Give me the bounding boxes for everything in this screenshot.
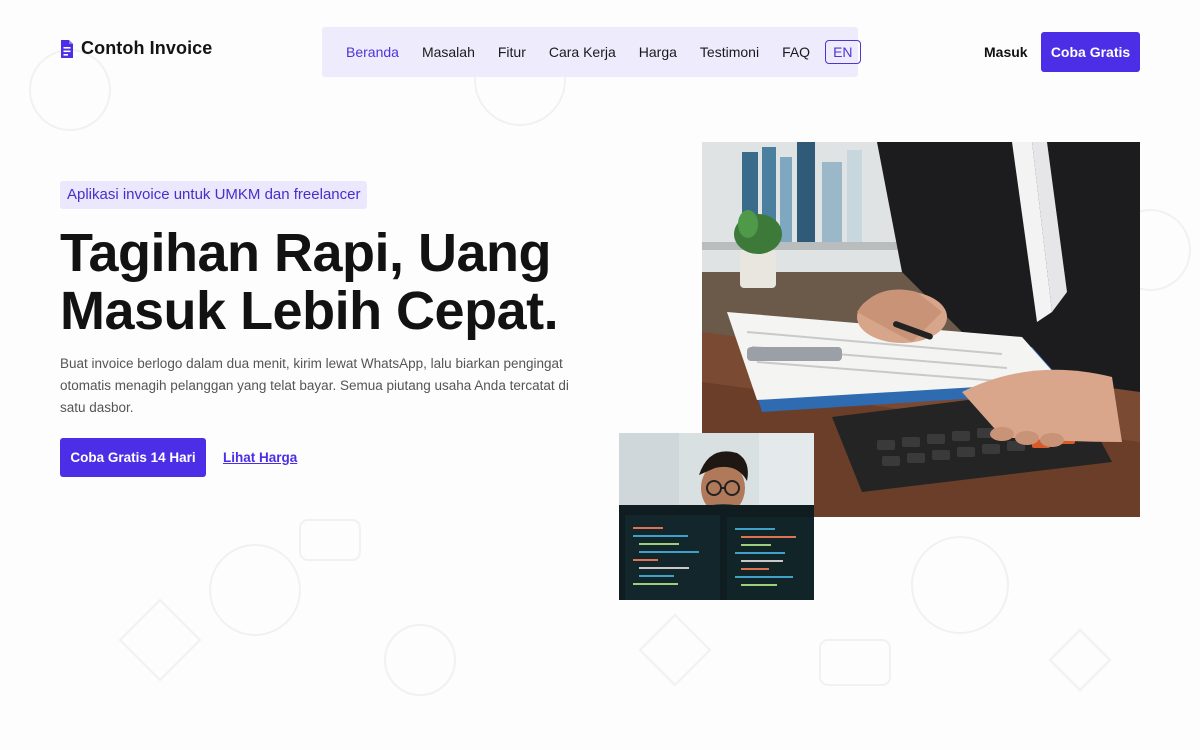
hero-description: Buat invoice berlogo dalam dua menit, ki… — [60, 356, 569, 415]
main-nav: Beranda Masalah Fitur Cara Kerja Harga T… — [322, 27, 861, 77]
hero-title-line-2: Masuk Lebih Cepat. — [60, 281, 559, 341]
nav-link-harga[interactable]: Harga — [639, 44, 677, 60]
brand-logo[interactable]: Contoh Invoice — [60, 38, 212, 59]
login-link[interactable]: Masuk — [984, 44, 1028, 60]
nav-link-masalah[interactable]: Masalah — [422, 44, 475, 60]
header-try-free-button[interactable]: Coba Gratis — [1041, 32, 1140, 72]
hero-title-line-1: Tagihan Rapi, Uang — [60, 223, 552, 283]
view-pricing-link[interactable]: Lihat Harga — [223, 450, 297, 465]
hero-badge: Aplikasi invoice untuk UMKM dan freelanc… — [60, 181, 368, 209]
nav-link-fitur[interactable]: Fitur — [498, 44, 526, 60]
try-free-14-days-button[interactable]: Coba Gratis 14 Hari — [60, 438, 206, 477]
nav-link-cara-kerja[interactable]: Cara Kerja — [549, 44, 616, 60]
nav-link-testimoni[interactable]: Testimoni — [700, 44, 759, 60]
photo-developer-at-monitor — [619, 433, 814, 600]
hero-title: Tagihan Rapi, Uang Masuk Lebih Cepat. — [60, 224, 620, 340]
nav-link-beranda[interactable]: Beranda — [346, 44, 399, 60]
nav-link-faq[interactable]: FAQ — [782, 44, 810, 60]
invoice-document-icon — [61, 39, 73, 58]
language-toggle-button[interactable]: EN — [825, 40, 861, 64]
landing-page: Contoh Invoice Beranda Masalah Fitur Car… — [0, 0, 1200, 750]
brand-name: Contoh Invoice — [81, 38, 213, 58]
